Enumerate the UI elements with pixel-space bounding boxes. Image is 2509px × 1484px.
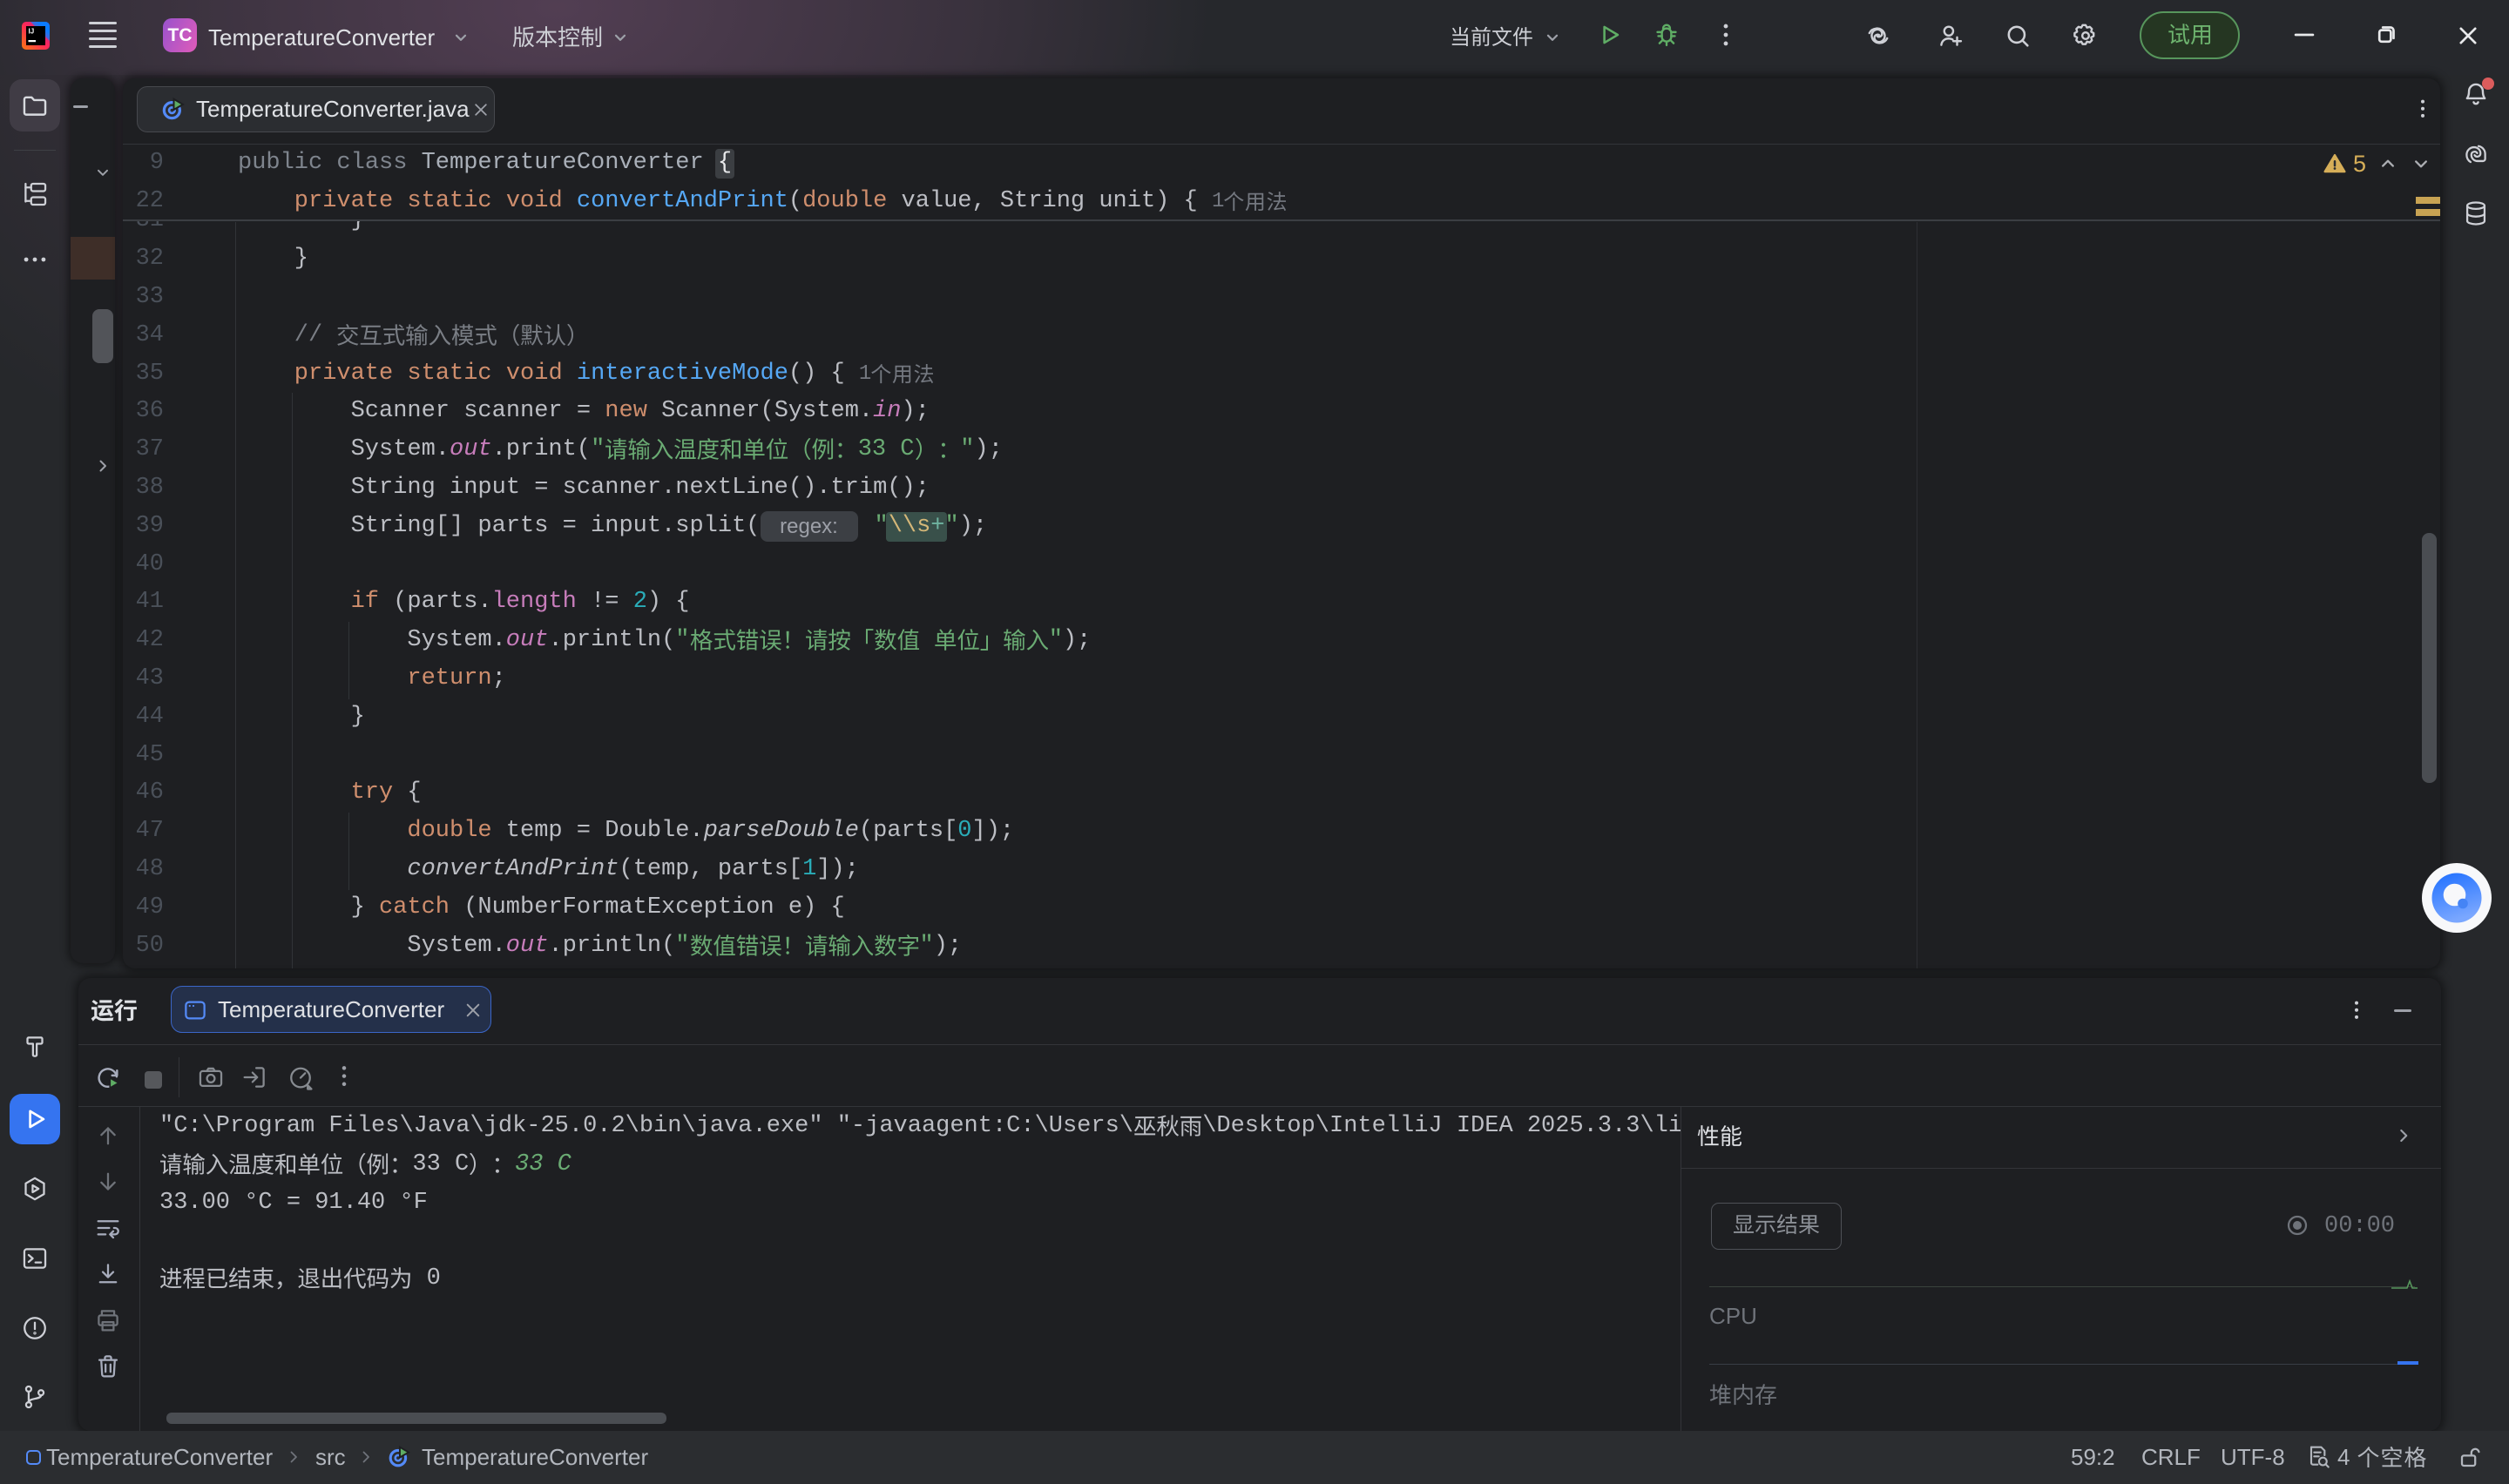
svg-text:IJ: IJ [29, 28, 35, 36]
